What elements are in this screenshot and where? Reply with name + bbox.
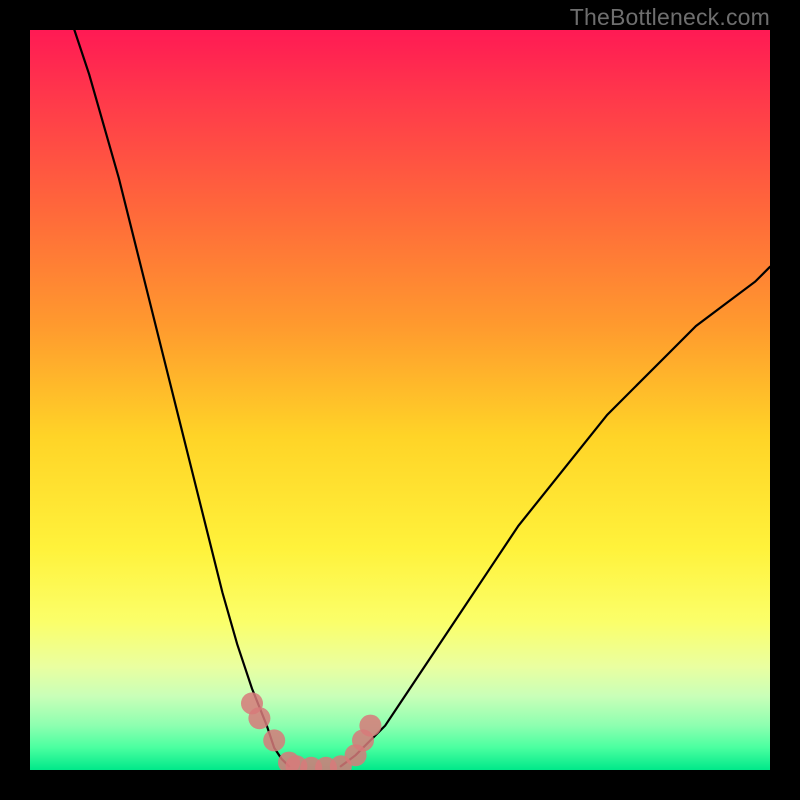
watermark-text: TheBottleneck.com	[570, 4, 770, 31]
plot-area	[30, 30, 770, 770]
gradient-background	[30, 30, 770, 770]
marker-point	[359, 715, 381, 737]
marker-point	[248, 707, 270, 729]
chart-frame: TheBottleneck.com	[0, 0, 800, 800]
marker-point	[263, 729, 285, 751]
chart-svg	[30, 30, 770, 770]
